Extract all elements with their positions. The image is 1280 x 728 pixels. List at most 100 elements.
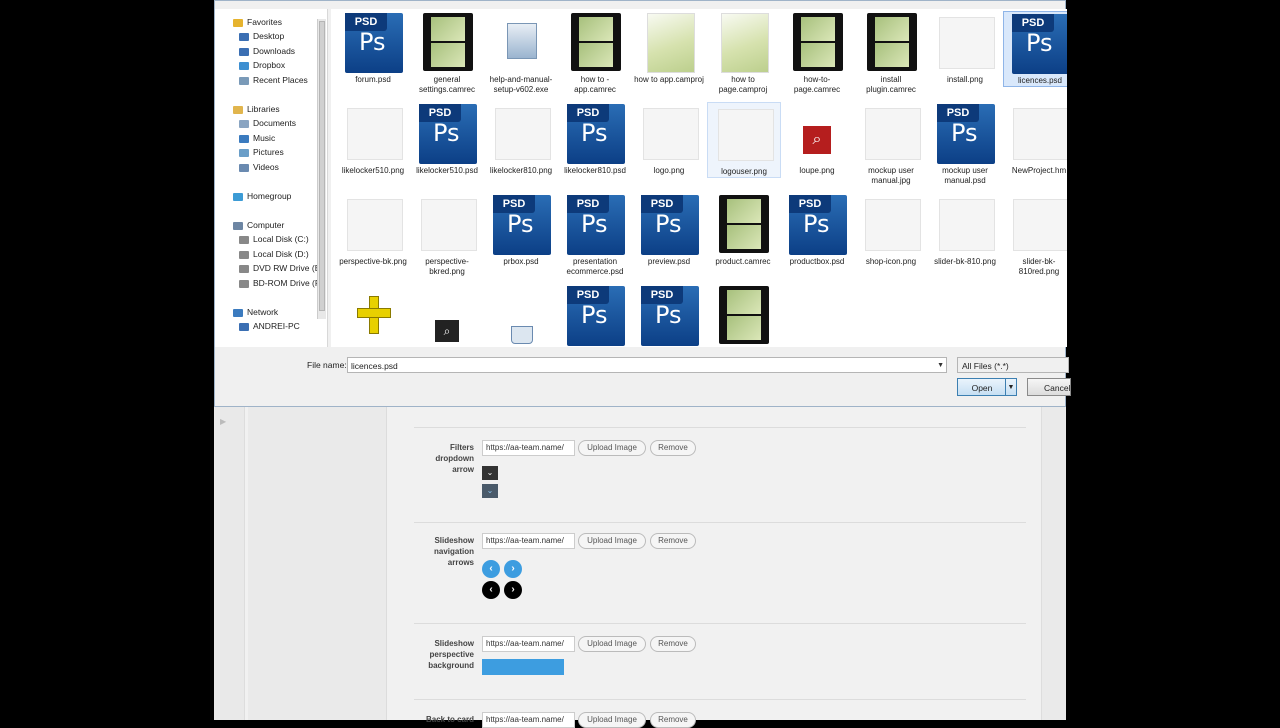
image-file-thumbnail: [933, 11, 997, 73]
file-item[interactable]: likelocker510.png: [337, 102, 409, 176]
upload-image-button[interactable]: Upload Image: [578, 533, 646, 549]
option-filters-dropdown-arrow: Filters dropdown arrow https://aa-team.n…: [414, 427, 1026, 523]
nav-item-label: Recent Places: [253, 75, 308, 85]
file-list: PSD Ps forum.psd general settings.camrec hel…: [331, 9, 1067, 347]
file-item[interactable]: PSD Ps preview.psd: [633, 193, 705, 267]
nav-item[interactable]: Pictures: [239, 145, 284, 159]
upload-image-button[interactable]: Upload Image: [578, 440, 646, 456]
file-item[interactable]: PSD Ps prbox.psd: [485, 193, 557, 267]
nav-item[interactable]: Recent Places: [239, 73, 308, 87]
file-item[interactable]: perspective-bk.png: [337, 193, 409, 267]
file-name: mockup user manual.jpg: [868, 166, 914, 185]
psd-file-icon: PSD Ps: [489, 193, 553, 255]
file-name-input[interactable]: licences.psd ▼: [347, 357, 947, 373]
file-item[interactable]: how to - app.camrec: [559, 11, 631, 95]
file-item[interactable]: shop-icon.png: [855, 193, 927, 267]
file-item[interactable]: logouser.png: [707, 102, 781, 178]
remove-button[interactable]: Remove: [650, 636, 696, 652]
nav-item-label: Local Disk (C:): [253, 234, 309, 244]
file-item[interactable]: PSD Ps forum.psd: [337, 11, 409, 85]
file-item[interactable]: install plugin.camrec: [855, 11, 927, 95]
file-item[interactable]: perspective-bkred.png: [411, 193, 483, 277]
nav-item[interactable]: DVD RW Drive (E:: [239, 261, 323, 275]
remove-button[interactable]: Remove: [650, 712, 696, 728]
file-item[interactable]: NewProject.hm: [1003, 102, 1067, 176]
file-name: logouser.png: [721, 167, 767, 176]
file-item[interactable]: PSD Ps mockup user manual.psd: [929, 102, 1001, 186]
image-url-input[interactable]: https://aa-team.name/: [482, 440, 575, 456]
file-item[interactable]: PSD Ps productbox.psd: [781, 193, 853, 267]
file-item[interactable]: [485, 284, 557, 347]
nav-item[interactable]: Desktop: [239, 29, 284, 43]
admin-right-bar: [1041, 405, 1066, 720]
image-url-input[interactable]: https://aa-team.name/: [482, 636, 575, 652]
file-item[interactable]: [337, 284, 409, 347]
search-image-icon: ⌕: [415, 284, 479, 346]
nav-item[interactable]: Music: [239, 131, 275, 145]
folder-icon: [239, 235, 249, 244]
file-name-label: File name:: [307, 360, 347, 370]
camproj-file-icon: [637, 11, 701, 73]
folder-group-icon: [233, 221, 243, 230]
file-item[interactable]: [707, 284, 779, 347]
collapse-arrow-icon[interactable]: ▶: [220, 417, 226, 426]
file-item[interactable]: how-to-page.camrec: [781, 11, 853, 95]
nav-item[interactable]: BD-ROM Drive (F: [239, 276, 320, 290]
file-item[interactable]: likelocker810.png: [485, 102, 557, 176]
file-item[interactable]: install.png: [929, 11, 1001, 85]
file-item[interactable]: PSD Ps presentation ecommerce.psd: [559, 193, 631, 277]
dropdown-arrow-hover-preview-icon: ⌄: [482, 484, 498, 498]
nav-item[interactable]: Favorites: [233, 15, 282, 29]
nav-item[interactable]: Local Disk (D:): [239, 247, 309, 261]
file-item[interactable]: PSD Ps likelocker510.psd: [411, 102, 483, 176]
remove-button[interactable]: Remove: [650, 440, 696, 456]
file-item[interactable]: how to page.camproj: [707, 11, 779, 95]
upload-image-button[interactable]: Upload Image: [578, 636, 646, 652]
file-item[interactable]: logo.png: [633, 102, 705, 176]
prev-arrow-preview-icon: ‹: [482, 560, 500, 578]
remove-button[interactable]: Remove: [650, 533, 696, 549]
psd-file-icon: PSD Ps: [563, 193, 627, 255]
file-item[interactable]: PSD Ps licences.psd: [1003, 11, 1067, 87]
file-item[interactable]: slider-bk-810.png: [929, 193, 1001, 267]
nav-item[interactable]: Libraries: [233, 102, 280, 116]
image-url-input[interactable]: https://aa-team.name/: [482, 712, 575, 728]
nav-item[interactable]: Computer: [233, 218, 284, 232]
nav-item[interactable]: Network: [233, 305, 278, 319]
file-item[interactable]: PSD Ps: [633, 284, 705, 347]
file-item[interactable]: PSD Ps: [559, 284, 631, 347]
file-item[interactable]: mockup user manual.jpg: [855, 102, 927, 186]
nav-item[interactable]: Videos: [239, 160, 279, 174]
file-item[interactable]: help-and-manual-setup-v602.exe: [485, 11, 557, 95]
nav-item[interactable]: Downloads: [239, 44, 295, 58]
scrollbar-thumb[interactable]: [319, 21, 325, 311]
nav-item[interactable]: Homegroup: [233, 189, 291, 203]
nav-item-label: ANDREI-PC: [253, 321, 300, 331]
open-split-chevron-icon[interactable]: ▼: [1005, 379, 1016, 395]
nav-item[interactable]: Documents: [239, 116, 296, 130]
file-item[interactable]: slider-bk-810red.png: [1003, 193, 1067, 277]
file-item[interactable]: product.camrec: [707, 193, 779, 267]
cancel-button[interactable]: Cancel: [1027, 378, 1071, 396]
nav-item-label: Documents: [253, 118, 296, 128]
file-item[interactable]: ⌕: [411, 284, 483, 347]
file-item[interactable]: ⌕ loupe.png: [781, 102, 853, 176]
file-name: perspective-bk.png: [339, 257, 407, 266]
file-name: likelocker510.psd: [416, 166, 478, 175]
nav-item-label: Music: [253, 133, 276, 143]
nav-item[interactable]: ANDREI-PC: [239, 319, 300, 333]
image-file-thumbnail: [637, 102, 701, 164]
open-button[interactable]: Open ▼: [957, 378, 1017, 396]
upload-image-button[interactable]: Upload Image: [578, 712, 646, 728]
file-type-select[interactable]: All Files (*.*): [957, 357, 1069, 373]
nav-item[interactable]: Dropbox: [239, 58, 285, 72]
image-file-thumbnail: [712, 103, 776, 165]
psd-file-icon: PSD Ps: [637, 193, 701, 255]
file-item[interactable]: how to app.camproj: [633, 11, 705, 85]
nav-item[interactable]: Local Disk (C:): [239, 232, 309, 246]
image-url-input[interactable]: https://aa-team.name/: [482, 533, 575, 549]
file-item[interactable]: PSD Ps likelocker810.psd: [559, 102, 631, 176]
chevron-down-icon[interactable]: ▼: [937, 358, 944, 374]
file-item[interactable]: general settings.camrec: [411, 11, 483, 95]
navigation-scrollbar[interactable]: [317, 19, 326, 319]
